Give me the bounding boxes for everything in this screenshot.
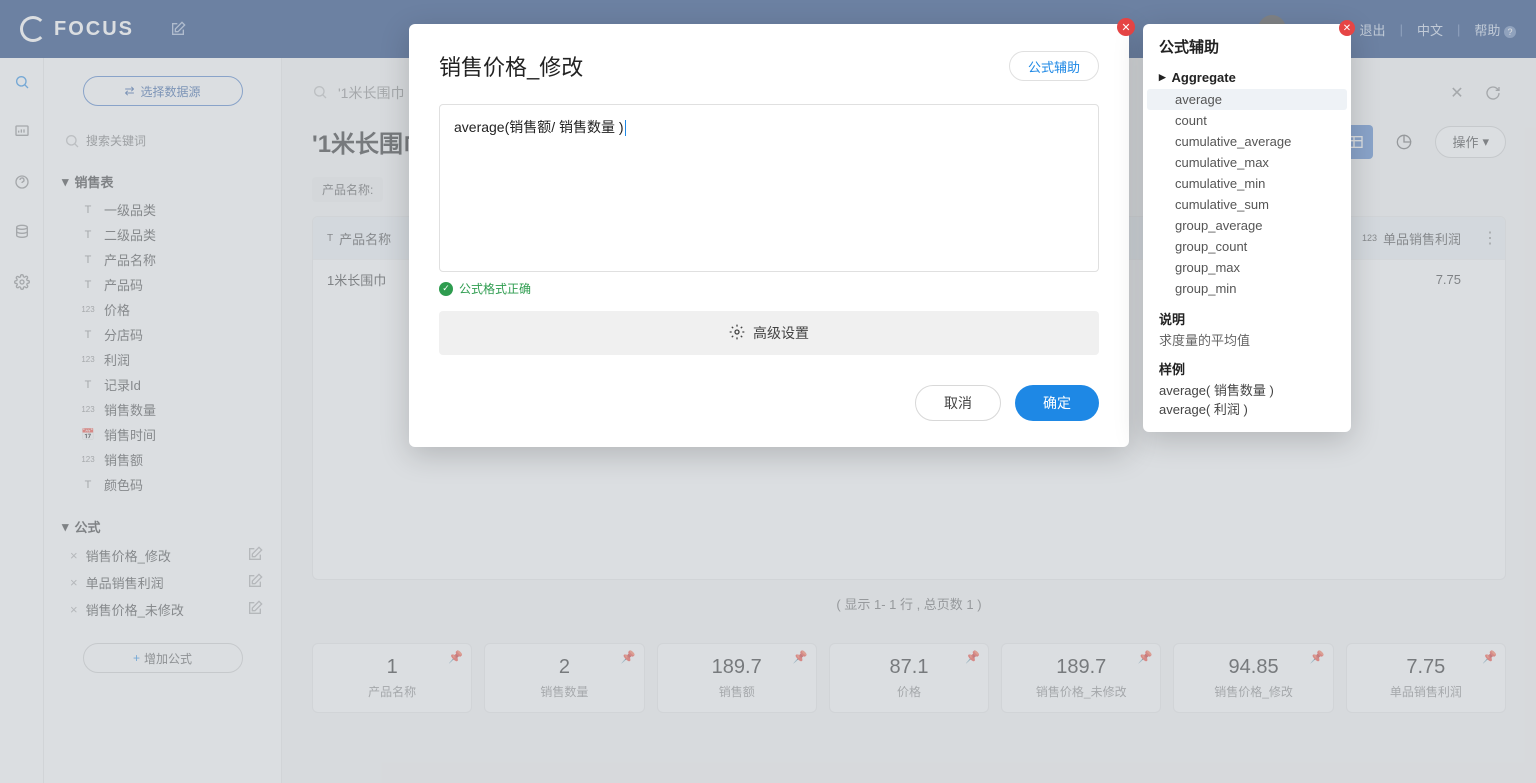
formula-helper-panel: ✕ 公式辅助 ▸Aggregate averagecountcumulative… [1143, 24, 1351, 432]
desc-text: 求度量的平均值 [1159, 330, 1335, 349]
example-2: average( 利润 ) [1159, 399, 1335, 418]
formula-edit-modal: ✕ 销售价格_修改 公式辅助 average(销售额/ 销售数量 ) ✓ 公式格… [409, 24, 1129, 447]
function-item[interactable]: count [1147, 110, 1347, 131]
helper-close-icon[interactable]: ✕ [1339, 20, 1355, 36]
function-item[interactable]: cumulative_max [1147, 152, 1347, 173]
caret-right-icon: ▸ [1159, 69, 1166, 85]
helper-title: 公式辅助 [1143, 24, 1351, 65]
validation-message: ✓ 公式格式正确 [439, 280, 1099, 297]
function-item[interactable]: group_min [1147, 278, 1347, 299]
example-1: average( 销售数量 ) [1159, 380, 1335, 399]
function-item[interactable]: cumulative_average [1147, 131, 1347, 152]
function-item[interactable]: cumulative_min [1147, 173, 1347, 194]
function-item[interactable]: group_max [1147, 257, 1347, 278]
modal-close-icon[interactable]: ✕ [1117, 18, 1135, 36]
desc-label: 说明 [1159, 309, 1335, 328]
check-icon: ✓ [439, 282, 453, 296]
formula-input[interactable]: average(销售额/ 销售数量 ) [439, 104, 1099, 272]
cancel-button[interactable]: 取消 [915, 385, 1001, 421]
function-item[interactable]: group_count [1147, 236, 1347, 257]
function-item[interactable]: group_average [1147, 215, 1347, 236]
gear-icon [729, 324, 745, 343]
category-aggregate[interactable]: ▸Aggregate [1147, 65, 1347, 89]
formula-helper-button[interactable]: 公式辅助 [1009, 51, 1099, 81]
example-label: 样例 [1159, 359, 1335, 378]
modal-title: 销售价格_修改 [439, 50, 583, 82]
confirm-button[interactable]: 确定 [1015, 385, 1099, 421]
function-item[interactable]: average [1147, 89, 1347, 110]
advanced-settings-button[interactable]: 高级设置 [439, 311, 1099, 355]
function-item[interactable]: cumulative_sum [1147, 194, 1347, 215]
